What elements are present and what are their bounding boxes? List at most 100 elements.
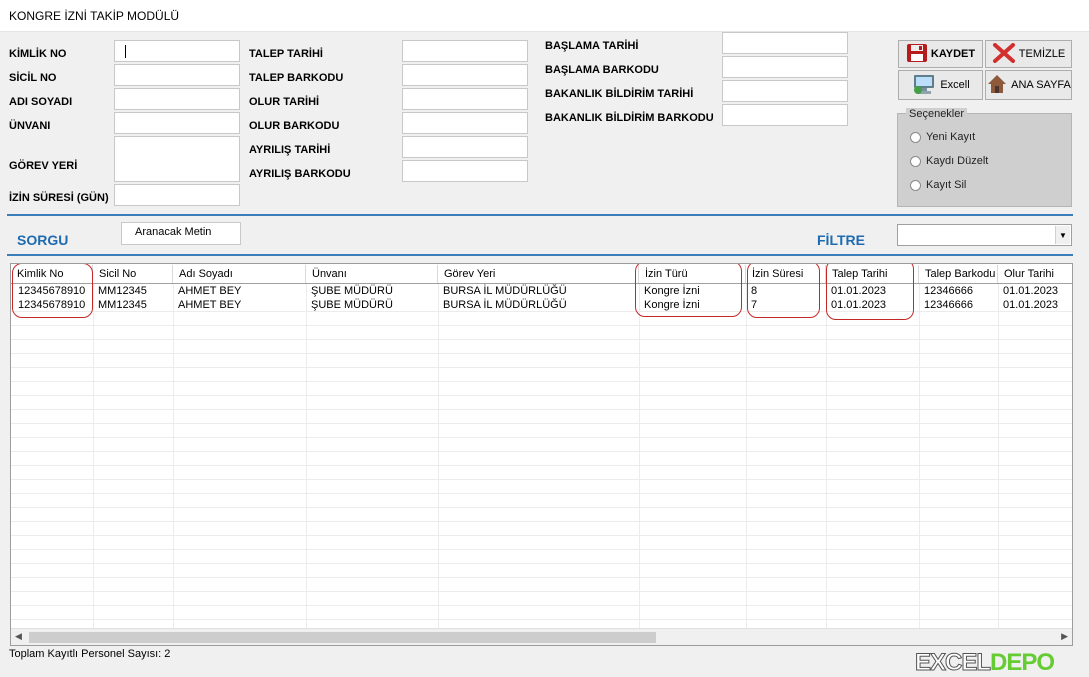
cell-gorev-yeri: BURSA İL MÜDÜRLÜĞÜ <box>443 285 567 297</box>
horizontal-scrollbar[interactable]: ◀ ▶ <box>11 628 1072 645</box>
label-ayrilis-tarihi: AYRILIŞ TARİHİ <box>249 144 331 156</box>
column-header-sicil-no[interactable]: Sicil No <box>93 265 173 283</box>
gorev-yeri-input[interactable] <box>114 136 240 182</box>
label-ayrilis-barkodu: AYRILIŞ BARKODU <box>249 168 351 180</box>
app-window: KONGRE İZNİ TAKİP MODÜLÜ KİMLİK NO SİCİL… <box>0 0 1089 677</box>
olur-barkodu-input[interactable] <box>402 112 528 134</box>
grid-line <box>11 339 1072 340</box>
save-button[interactable]: KAYDET <box>898 40 983 68</box>
radio-label: Kayıt Sil <box>926 179 967 191</box>
grid-line <box>11 395 1072 396</box>
title-bar: KONGRE İZNİ TAKİP MODÜLÜ <box>0 0 1089 32</box>
ayrilis-barkodu-input[interactable] <box>402 160 528 182</box>
label-kimlik-no: KİMLİK NO <box>9 48 67 60</box>
grid-line <box>306 264 307 628</box>
radio-kayit-sil[interactable]: Kayıt Sil <box>910 179 966 191</box>
grid-line <box>11 409 1072 410</box>
grid-line <box>11 325 1072 326</box>
adi-soyadi-input[interactable] <box>114 88 240 110</box>
clear-button[interactable]: TEMİZLE <box>985 40 1072 68</box>
olur-tarihi-input[interactable] <box>402 88 528 110</box>
status-text: Toplam Kayıtlı Personel Sayısı: 2 <box>9 648 171 660</box>
column-header-olur-tarihi[interactable]: Olur Tarihi <box>998 265 1072 283</box>
grid-line <box>173 264 174 628</box>
home-button[interactable]: ANA SAYFA <box>985 70 1072 100</box>
grid-line <box>746 264 747 628</box>
label-baslama-tarihi: BAŞLAMA TARİHİ <box>545 40 639 52</box>
cell-sicil-no: MM12345 <box>98 299 147 311</box>
baslama-barkodu-input[interactable] <box>722 56 848 78</box>
records-table[interactable]: Kimlik No Sicil No Adı Soyadı Ünvanı Gör… <box>10 263 1073 646</box>
grid-line <box>11 479 1072 480</box>
label-bakanlik-bildirim-tarihi: BAKANLIK BİLDİRİM TARİHİ <box>545 88 694 100</box>
column-header-gorev-yeri[interactable]: Görev Yeri <box>438 265 639 283</box>
red-x-icon <box>992 42 1016 66</box>
highlight-oval <box>635 264 742 317</box>
search-input[interactable]: Aranacak Metin <box>121 222 241 245</box>
chevron-down-icon[interactable]: ▼ <box>1055 226 1070 244</box>
column-header-unvani[interactable]: Ünvanı <box>306 265 438 283</box>
label-talep-tarihi: TALEP TARİHİ <box>249 48 323 60</box>
excel-computer-icon <box>911 73 937 98</box>
options-group: Seçenekler Yeni Kayıt Kaydı Düzelt Kayıt… <box>897 108 1072 207</box>
floppy-disk-icon <box>906 43 928 66</box>
talep-barkodu-input[interactable] <box>402 64 528 86</box>
separator-bottom <box>7 254 1073 256</box>
unvani-input[interactable] <box>114 112 240 134</box>
label-gorev-yeri: GÖREV YERİ <box>9 160 78 172</box>
scroll-left-icon[interactable]: ◀ <box>15 631 22 642</box>
grid-line <box>11 549 1072 550</box>
grid-line <box>93 264 94 628</box>
cell-talep-barkodu: 12346666 <box>924 285 973 297</box>
grid-line <box>11 535 1072 536</box>
label-izin-suresi: İZİN SÜRESİ (GÜN) <box>9 192 109 204</box>
filter-label: FİLTRE <box>817 232 865 248</box>
talep-tarihi-input[interactable] <box>402 40 528 62</box>
house-icon <box>986 73 1008 98</box>
cell-sicil-no: MM12345 <box>98 285 147 297</box>
grid-line <box>11 577 1072 578</box>
baslama-tarihi-input[interactable] <box>722 32 848 54</box>
cell-unvani: ŞUBE MÜDÜRÜ <box>311 299 393 311</box>
column-header-talep-barkodu[interactable]: Talep Barkodu <box>919 265 998 283</box>
radio-label: Kaydı Düzelt <box>926 155 989 167</box>
grid-line <box>11 563 1072 564</box>
radio-label: Yeni Kayıt <box>926 131 976 143</box>
radio-circle-icon <box>910 131 921 143</box>
bakanlik-bildirim-barkodu-input[interactable] <box>722 104 848 126</box>
scroll-right-icon[interactable]: ▶ <box>1061 631 1068 642</box>
label-adi-soyadi: ADI SOYADI <box>9 96 73 108</box>
cell-adi-soyadi: AHMET BEY <box>178 285 242 297</box>
grid-line <box>11 465 1072 466</box>
column-header-adi-soyadi[interactable]: Adı Soyadı <box>173 265 306 283</box>
excel-label: Excell <box>940 79 970 91</box>
bakanlik-bildirim-tarihi-input[interactable] <box>722 80 848 102</box>
cell-talep-barkodu: 12346666 <box>924 299 973 311</box>
grid-line <box>11 367 1072 368</box>
sicil-no-input[interactable] <box>114 64 240 86</box>
grid-line <box>11 591 1072 592</box>
scrollbar-thumb[interactable] <box>29 632 656 643</box>
label-bakanlik-bildirim-barkodu: BAKANLIK BİLDİRİM BARKODU <box>545 112 714 124</box>
excel-button[interactable]: Excell <box>898 70 983 100</box>
grid-line <box>11 605 1072 606</box>
grid-line <box>11 521 1072 522</box>
kimlik-no-input[interactable] <box>114 40 240 62</box>
highlight-oval <box>12 264 93 318</box>
grid-line <box>639 264 640 628</box>
grid-line <box>919 264 920 628</box>
filter-select[interactable]: ▼ <box>897 224 1072 246</box>
radio-yeni-kayit[interactable]: Yeni Kayıt <box>910 131 975 143</box>
izin-suresi-input[interactable] <box>114 184 240 206</box>
clear-label: TEMİZLE <box>1018 48 1066 60</box>
label-baslama-barkodu: BAŞLAMA BARKODU <box>545 64 659 76</box>
cell-adi-soyadi: AHMET BEY <box>178 299 242 311</box>
ayrilis-tarihi-input[interactable] <box>402 136 528 158</box>
brand-part1: EXCEL <box>914 649 991 677</box>
radio-circle-icon <box>910 179 921 191</box>
home-label: ANA SAYFA <box>1011 79 1071 91</box>
label-olur-barkodu: OLUR BARKODU <box>249 120 340 132</box>
grid-line <box>438 264 439 628</box>
label-olur-tarihi: OLUR TARİHİ <box>249 96 320 108</box>
radio-kaydi-duzelt[interactable]: Kaydı Düzelt <box>910 155 988 167</box>
